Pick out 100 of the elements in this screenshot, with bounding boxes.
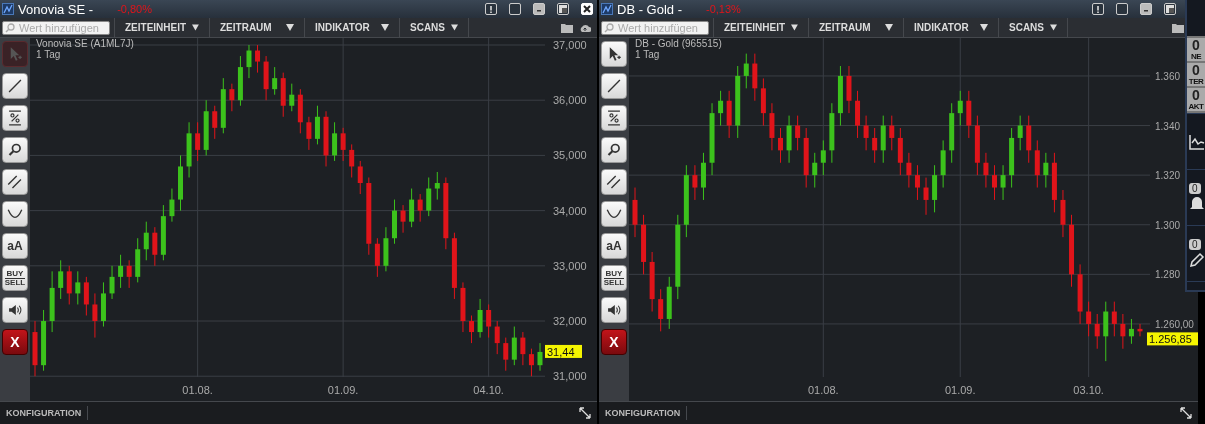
candlestick [314, 105, 320, 145]
axis-label: 04.10. [473, 384, 504, 396]
candlestick [417, 193, 423, 223]
price-change: -0,80% [117, 3, 152, 15]
minimize-button[interactable] [1140, 3, 1152, 15]
tool-button[interactable]: aA [601, 233, 627, 259]
tool-button[interactable] [2, 201, 28, 227]
menu-dropdown[interactable]: ZEITEINHEIT [713, 17, 808, 38]
axis-label: 34,000 [553, 204, 587, 217]
candlestick [769, 102, 775, 151]
tool-button[interactable] [2, 169, 28, 195]
menu-dropdown[interactable]: ZEITRAUM [209, 17, 304, 38]
candlestick [272, 66, 278, 96]
candlestick [169, 188, 175, 223]
folder-icon[interactable] [561, 22, 573, 33]
count-badge: 0 [1189, 183, 1201, 194]
configuration-tab[interactable]: KONFIGURATION [0, 406, 89, 420]
caret-icon [286, 24, 294, 31]
delete-button[interactable]: X [2, 329, 28, 355]
menu-dropdown[interactable]: INDIKATOR [304, 17, 399, 38]
info-button[interactable] [1092, 3, 1104, 15]
counter-label: TER [1188, 77, 1204, 86]
tool-button[interactable] [601, 73, 627, 99]
candlestick [41, 309, 47, 372]
candlestick [932, 164, 938, 213]
restore-button[interactable] [1164, 3, 1176, 15]
menu-dropdown[interactable]: INDIKATOR [903, 17, 998, 38]
info-button[interactable] [485, 3, 497, 15]
tool-button[interactable] [601, 41, 627, 67]
candlestick [409, 188, 415, 228]
menu-dropdown[interactable]: ZEITEINHEIT [114, 17, 209, 38]
window-title: DB - Gold - [617, 1, 682, 17]
tool-button[interactable] [601, 297, 627, 323]
candlestick [374, 237, 380, 278]
search-field[interactable]: Wert hinzufügen [2, 20, 110, 35]
menu-dropdown[interactable]: ZEITRAUM [808, 17, 903, 38]
candlestick [829, 102, 835, 164]
axis-label: 03.10. [1073, 384, 1104, 396]
caret-icon [791, 24, 798, 31]
candlestick [914, 164, 920, 201]
chart-icon[interactable] [1189, 133, 1205, 150]
candlestick [503, 337, 509, 372]
instrument-name: DB - Gold (965515) [635, 38, 722, 49]
menu-dropdown[interactable]: SCANS [399, 17, 469, 38]
candlestick [306, 116, 312, 151]
candlestick [855, 90, 861, 139]
candlestick [1111, 301, 1117, 337]
maximize-button[interactable] [1116, 3, 1128, 15]
tool-button[interactable] [2, 73, 28, 99]
restore-button[interactable] [557, 3, 569, 15]
tool-button[interactable] [601, 169, 627, 195]
candlestick [649, 251, 655, 313]
tool-button[interactable] [601, 137, 627, 163]
candlestick [186, 121, 192, 178]
tool-button[interactable]: aA [2, 233, 28, 259]
delete-button[interactable]: X [601, 329, 627, 355]
candlestick [528, 348, 534, 377]
candlestick [280, 72, 286, 118]
candlestick [906, 152, 912, 189]
candlestick [83, 276, 89, 316]
candlestick [494, 320, 500, 355]
axis-label: 36,000 [553, 94, 587, 107]
counter-label: AKT [1188, 102, 1204, 111]
candlestick [160, 204, 166, 261]
candlestick [152, 226, 158, 267]
maximize-button[interactable] [509, 3, 521, 15]
candlestick [1137, 323, 1143, 337]
price-change: -0,13% [706, 3, 741, 15]
search-field[interactable]: Wert hinzufügen [601, 20, 709, 35]
tool-button[interactable] [2, 297, 28, 323]
tool-button[interactable] [2, 105, 28, 131]
candlestick [803, 127, 809, 189]
candlestick [255, 44, 261, 74]
minimize-button[interactable] [533, 3, 545, 15]
candlestick [863, 115, 869, 151]
candlestick [469, 315, 475, 344]
pencil-icon[interactable] [1189, 252, 1205, 268]
tool-button[interactable]: BUY SELL [2, 265, 28, 291]
candlestick [1060, 189, 1066, 238]
caret-icon [980, 24, 988, 31]
resize-icon[interactable] [1180, 407, 1192, 419]
tool-button[interactable] [601, 201, 627, 227]
menu-dropdown[interactable]: SCANS [998, 17, 1068, 38]
count-badge: 0 [1189, 239, 1201, 250]
tool-button[interactable] [601, 105, 627, 131]
chart-logo-icon [2, 3, 14, 15]
folder-icon[interactable] [1172, 22, 1184, 33]
axis-label: 1.360 [1155, 70, 1181, 82]
configuration-tab[interactable]: KONFIGURATION [599, 406, 688, 420]
candlestick [263, 55, 269, 101]
tool-button[interactable]: BUY SELL [601, 265, 627, 291]
bell-icon[interactable] [1189, 196, 1205, 212]
axis-label: 01.09. [327, 384, 359, 396]
resize-icon[interactable] [579, 407, 591, 419]
cloud-upload-icon[interactable] [579, 22, 591, 33]
close-button[interactable] [581, 3, 593, 15]
tool-button[interactable] [2, 137, 28, 163]
restore-icon [1165, 4, 1175, 14]
candlestick [666, 276, 672, 330]
caret-icon [192, 24, 199, 31]
